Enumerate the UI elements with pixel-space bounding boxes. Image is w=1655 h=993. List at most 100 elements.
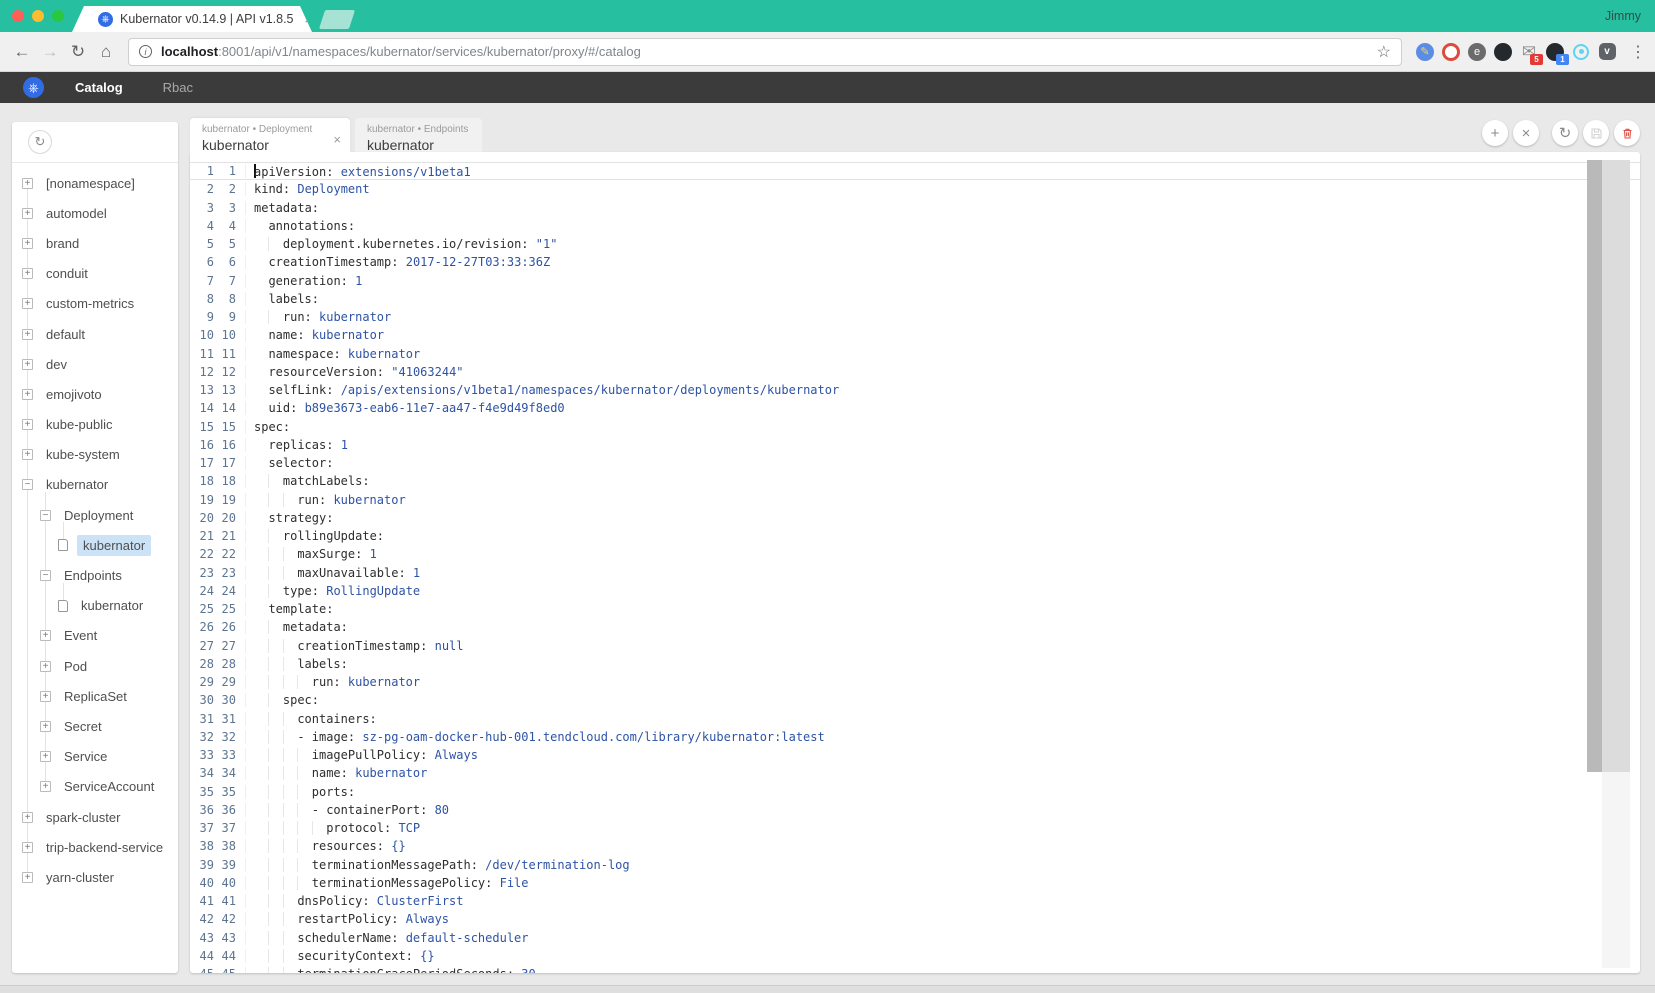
expand-icon[interactable]: + [22, 238, 33, 249]
collapse-icon[interactable]: − [40, 510, 51, 521]
expand-icon[interactable]: + [22, 268, 33, 279]
home-icon[interactable]: ⌂ [92, 42, 120, 62]
code-line[interactable]: 4141 dnsPolicy: ClusterFirst [190, 892, 1640, 910]
code-line[interactable]: 77 generation: 1 [190, 272, 1640, 290]
code-line[interactable]: 99 run: kubernator [190, 308, 1640, 326]
tree-item-default[interactable]: +default [12, 319, 178, 349]
code-line[interactable]: 4545 terminationGracePeriodSeconds: 30 [190, 965, 1640, 973]
code-line[interactable]: 3636 - containerPort: 80 [190, 801, 1640, 819]
tree-item-kubernator[interactable]: kubernator [12, 591, 178, 621]
code-line[interactable]: 2424 type: RollingUpdate [190, 582, 1640, 600]
address-bar[interactable]: i localhost :8001/api/v1/namespaces/kube… [128, 38, 1402, 66]
tree-item-kube-system[interactable]: +kube-system [12, 440, 178, 470]
tree-item-Pod[interactable]: +Pod [12, 651, 178, 681]
code-line[interactable]: 2626 metadata: [190, 618, 1640, 636]
sidebar-refresh-button[interactable]: ↻ [28, 130, 52, 154]
yaml-editor[interactable]: 11apiVersion: extensions/v1beta122kind: … [190, 152, 1640, 973]
evernote-extension-icon[interactable]: e [1466, 41, 1488, 63]
code-line[interactable]: 2020 strategy: [190, 509, 1640, 527]
expand-icon[interactable]: + [40, 630, 51, 641]
code-line[interactable]: 1515spec: [190, 418, 1640, 436]
collapse-icon[interactable]: − [40, 570, 51, 581]
code-line[interactable]: 1313 selfLink: /apis/extensions/v1beta1/… [190, 381, 1640, 399]
code-line[interactable]: 22kind: Deployment [190, 180, 1640, 198]
code-line[interactable]: 1010 name: kubernator [190, 326, 1640, 344]
expand-icon[interactable]: + [40, 691, 51, 702]
code-line[interactable]: 11apiVersion: extensions/v1beta1 [190, 162, 1640, 180]
code-line[interactable]: 3838 resources: {} [190, 837, 1640, 855]
new-tab-button[interactable]: + [1482, 120, 1508, 146]
code-line[interactable]: 33metadata: [190, 199, 1640, 217]
tree-item-yarn-cluster[interactable]: +yarn-cluster [12, 862, 178, 892]
tree-item-kubernator[interactable]: kubernator [12, 530, 178, 560]
expand-icon[interactable]: + [40, 781, 51, 792]
code-line[interactable]: 3232 - image: sz-pg-oam-docker-hub-001.t… [190, 728, 1640, 746]
expand-icon[interactable]: + [22, 329, 33, 340]
expand-icon[interactable]: + [40, 751, 51, 762]
browser-menu-icon[interactable]: ⋮ [1630, 42, 1646, 62]
code-line[interactable]: 44 annotations: [190, 217, 1640, 235]
tree-item-kube-public[interactable]: +kube-public [12, 410, 178, 440]
expand-icon[interactable]: + [22, 359, 33, 370]
code-line[interactable]: 1111 namespace: kubernator [190, 345, 1640, 363]
browser-tab-close-icon[interactable]: × [305, 12, 313, 27]
code-line[interactable]: 88 labels: [190, 290, 1640, 308]
tree-item-Service[interactable]: +Service [12, 742, 178, 772]
code-line[interactable]: 1717 selector: [190, 454, 1640, 472]
tree-item-Deployment[interactable]: −Deployment [12, 500, 178, 530]
code-line[interactable]: 2727 creationTimestamp: null [190, 637, 1640, 655]
expand-icon[interactable]: + [22, 872, 33, 883]
editor-scrollbar-track[interactable] [1602, 160, 1630, 772]
close-tab-button[interactable]: × [1513, 120, 1539, 146]
pen-tool-extension-icon[interactable]: ✎ [1414, 41, 1436, 63]
tree-item-automodel[interactable]: +automodel [12, 198, 178, 228]
github-notifier-extension-icon[interactable]: 1 [1544, 41, 1566, 63]
bookmark-star-icon[interactable]: ☆ [1377, 42, 1391, 62]
editor-content[interactable]: 11apiVersion: extensions/v1beta122kind: … [190, 162, 1640, 973]
reload-resource-button[interactable]: ↻ [1552, 120, 1578, 146]
minimize-window-icon[interactable] [32, 10, 44, 22]
browser-profile-name[interactable]: Jimmy [1605, 9, 1641, 23]
code-line[interactable]: 4343 schedulerName: default-scheduler [190, 929, 1640, 947]
delete-resource-button[interactable] [1614, 120, 1640, 146]
tree-item-emojivoto[interactable]: +emojivoto [12, 379, 178, 409]
code-line[interactable]: 3535 ports: [190, 783, 1640, 801]
code-line[interactable]: 2525 template: [190, 600, 1640, 618]
expand-icon[interactable]: + [22, 178, 33, 189]
editor-scrollbar-track-lower[interactable] [1602, 772, 1630, 968]
content-blocker-extension-icon[interactable] [1440, 41, 1462, 63]
close-window-icon[interactable] [12, 10, 24, 22]
code-line[interactable]: 2323 maxUnavailable: 1 [190, 564, 1640, 582]
expand-icon[interactable]: + [22, 842, 33, 853]
code-line[interactable]: 3333 imagePullPolicy: Always [190, 746, 1640, 764]
tree-item-dev[interactable]: +dev [12, 349, 178, 379]
page-info-icon[interactable]: i [139, 45, 152, 58]
editor-scrollbar-thumb[interactable] [1587, 160, 1602, 772]
nav-item-catalog[interactable]: Catalog [75, 80, 123, 95]
mail-extension-icon[interactable]: ✉5 [1518, 41, 1540, 63]
expand-icon[interactable]: + [22, 208, 33, 219]
save-resource-button[interactable] [1583, 120, 1609, 146]
code-line[interactable]: 2222 maxSurge: 1 [190, 545, 1640, 563]
code-line[interactable]: 55 deployment.kubernetes.io/revision: "1… [190, 235, 1640, 253]
code-line[interactable]: 4444 securityContext: {} [190, 947, 1640, 965]
code-line[interactable]: 66 creationTimestamp: 2017-12-27T03:33:3… [190, 253, 1640, 271]
expand-icon[interactable]: + [22, 449, 33, 460]
tree-item-conduit[interactable]: +conduit [12, 259, 178, 289]
collapse-icon[interactable]: − [22, 479, 33, 490]
tree-item-ReplicaSet[interactable]: +ReplicaSet [12, 681, 178, 711]
tree-item-ServiceAccount[interactable]: +ServiceAccount [12, 772, 178, 802]
tree-item-Endpoints[interactable]: −Endpoints [12, 560, 178, 590]
code-line[interactable]: 3131 containers: [190, 710, 1640, 728]
expand-icon[interactable]: + [22, 389, 33, 400]
expand-icon[interactable]: + [22, 419, 33, 430]
code-line[interactable]: 1919 run: kubernator [190, 491, 1640, 509]
tree-item-kubernator[interactable]: −kubernator [12, 470, 178, 500]
new-browser-tab-button[interactable] [319, 10, 355, 29]
tree-item-Event[interactable]: +Event [12, 621, 178, 651]
expand-icon[interactable]: + [22, 298, 33, 309]
pocket-extension-icon[interactable]: v [1596, 41, 1618, 63]
back-icon[interactable]: ← [8, 42, 36, 62]
tree-item-spark-cluster[interactable]: +spark-cluster [12, 802, 178, 832]
code-line[interactable]: 4242 restartPolicy: Always [190, 910, 1640, 928]
